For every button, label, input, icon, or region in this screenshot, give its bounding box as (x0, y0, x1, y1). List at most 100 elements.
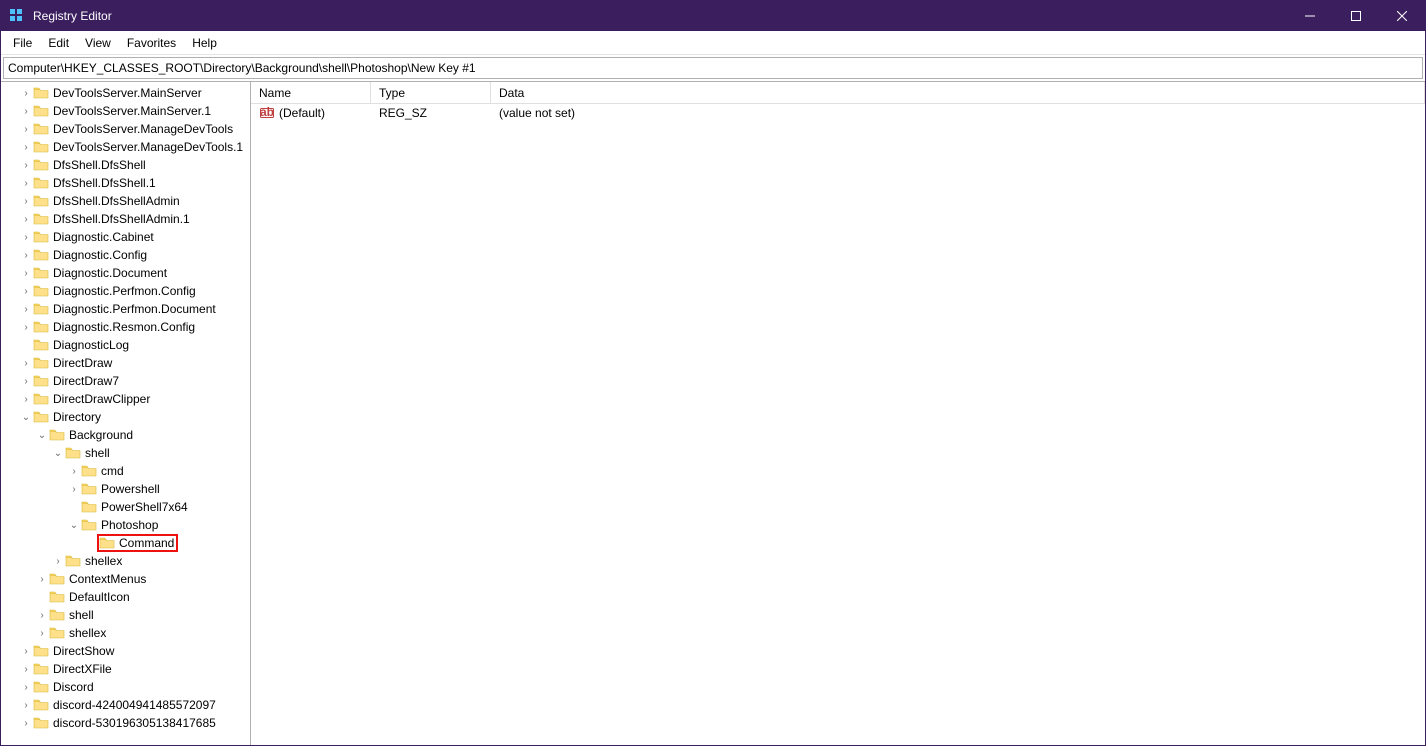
tree-item[interactable]: DiagnosticLog (3, 336, 250, 354)
chevron-right-icon[interactable]: › (51, 556, 65, 567)
tree-item[interactable]: ›DfsShell.DfsShellAdmin.1 (3, 210, 250, 228)
chevron-right-icon[interactable]: › (19, 646, 33, 657)
chevron-right-icon[interactable]: › (19, 232, 33, 243)
chevron-right-icon[interactable]: › (19, 322, 33, 333)
tree-item[interactable]: ›shellex (3, 624, 250, 642)
tree-item[interactable]: ⌄ shell (3, 444, 250, 462)
tree-item[interactable]: ›shellex (3, 552, 250, 570)
tree-item[interactable]: ›Discord (3, 678, 250, 696)
tree-item[interactable]: ›Diagnostic.Perfmon.Document (3, 300, 250, 318)
chevron-right-icon[interactable]: › (19, 718, 33, 729)
tree-item[interactable]: ›discord-424004941485572097 (3, 696, 250, 714)
chevron-right-icon[interactable]: › (19, 124, 33, 135)
maximize-button[interactable] (1333, 1, 1379, 31)
chevron-down-icon[interactable]: ⌄ (35, 430, 49, 441)
tree-item-label: Diagnostic.Cabinet (53, 230, 154, 244)
column-data[interactable]: Data (491, 82, 1425, 103)
chevron-right-icon[interactable]: › (19, 394, 33, 405)
chevron-right-icon[interactable]: › (19, 160, 33, 171)
chevron-right-icon[interactable]: › (67, 484, 81, 495)
menu-edit[interactable]: Edit (40, 34, 77, 52)
folder-icon (49, 428, 65, 442)
chevron-right-icon[interactable]: › (19, 700, 33, 711)
tree-item[interactable]: ›DevToolsServer.ManageDevTools (3, 120, 250, 138)
chevron-right-icon[interactable]: › (19, 142, 33, 153)
chevron-right-icon[interactable]: › (19, 286, 33, 297)
tree-pane[interactable]: ›DevToolsServer.MainServer›DevToolsServe… (1, 82, 251, 745)
registry-tree: ›DevToolsServer.MainServer›DevToolsServe… (1, 82, 250, 734)
tree-item-label: discord-530196305138417685 (53, 716, 216, 730)
tree-item[interactable]: › Diagnostic.Document (3, 264, 250, 282)
tree-item-label: PowerShell7x64 (101, 500, 188, 514)
close-button[interactable] (1379, 1, 1425, 31)
tree-item[interactable]: ⌄Directory (3, 408, 250, 426)
chevron-down-icon[interactable]: ⌄ (19, 412, 33, 423)
tree-item[interactable]: ›DevToolsServer.MainServer.1 (3, 102, 250, 120)
menu-file[interactable]: File (5, 34, 40, 52)
minimize-button[interactable] (1287, 1, 1333, 31)
chevron-right-icon[interactable]: › (19, 178, 33, 189)
column-name[interactable]: Name (251, 82, 371, 103)
menu-help[interactable]: Help (184, 34, 225, 52)
chevron-right-icon[interactable]: › (35, 628, 49, 639)
chevron-right-icon[interactable]: › (19, 376, 33, 387)
address-bar[interactable]: Computer\HKEY_CLASSES_ROOT\Directory\Bac… (3, 57, 1423, 79)
chevron-right-icon[interactable]: › (67, 466, 81, 477)
chevron-right-icon[interactable]: › (35, 610, 49, 621)
tree-item[interactable]: ›DevToolsServer.MainServer (3, 84, 250, 102)
tree-item[interactable]: ›Diagnostic.Config (3, 246, 250, 264)
chevron-right-icon[interactable]: › (19, 250, 33, 261)
folder-icon (33, 374, 49, 388)
tree-item-label: Diagnostic.Document (53, 266, 167, 280)
value-list[interactable]: ab(Default)REG_SZ(value not set) (251, 104, 1425, 745)
column-type[interactable]: Type (371, 82, 491, 103)
tree-item[interactable]: PowerShell7x64 (3, 498, 250, 516)
tree-item[interactable]: ⌄Photoshop (3, 516, 250, 534)
tree-item[interactable]: › DirectXFile (3, 660, 250, 678)
value-row[interactable]: ab(Default)REG_SZ(value not set) (251, 104, 1425, 122)
tree-item-label: DirectXFile (53, 662, 112, 676)
tree-item[interactable]: › Diagnostic.Cabinet (3, 228, 250, 246)
chevron-right-icon[interactable]: › (19, 358, 33, 369)
chevron-right-icon[interactable]: › (19, 664, 33, 675)
tree-item[interactable]: ›DfsShell.DfsShell.1 (3, 174, 250, 192)
tree-item-label: shell (85, 446, 110, 460)
chevron-right-icon[interactable]: › (19, 196, 33, 207)
tree-item[interactable]: ›Diagnostic.Resmon.Config (3, 318, 250, 336)
tree-item[interactable]: ›DfsShell.DfsShell (3, 156, 250, 174)
tree-item[interactable]: ›ContextMenus (3, 570, 250, 588)
tree-item-label: Command (119, 536, 174, 550)
tree-item[interactable]: ›DevToolsServer.ManageDevTools.1 (3, 138, 250, 156)
chevron-right-icon[interactable]: › (19, 304, 33, 315)
tree-item[interactable]: ›DirectShow (3, 642, 250, 660)
chevron-right-icon[interactable]: › (35, 574, 49, 585)
folder-icon (33, 680, 49, 694)
tree-item[interactable]: ›shell (3, 606, 250, 624)
titlebar[interactable]: Registry Editor (1, 1, 1425, 31)
chevron-right-icon[interactable]: › (19, 88, 33, 99)
chevron-down-icon[interactable]: ⌄ (67, 520, 81, 531)
tree-item[interactable]: ›DirectDraw7 (3, 372, 250, 390)
tree-item[interactable]: ⌄Background (3, 426, 250, 444)
tree-item[interactable]: ›DirectDraw (3, 354, 250, 372)
chevron-right-icon[interactable]: › (19, 106, 33, 117)
chevron-down-icon[interactable]: ⌄ (51, 448, 65, 459)
tree-item[interactable]: ›DirectDrawClipper (3, 390, 250, 408)
menu-favorites[interactable]: Favorites (119, 34, 184, 52)
chevron-right-icon[interactable]: › (19, 214, 33, 225)
chevron-right-icon[interactable]: › (19, 268, 33, 279)
folder-icon (33, 86, 49, 100)
folder-icon (65, 554, 81, 568)
tree-item-label: DiagnosticLog (53, 338, 129, 352)
tree-item[interactable]: ›DfsShell.DfsShellAdmin (3, 192, 250, 210)
chevron-right-icon[interactable]: › (19, 682, 33, 693)
tree-item[interactable]: ›Powershell (3, 480, 250, 498)
tree-item[interactable]: ›Diagnostic.Perfmon.Config (3, 282, 250, 300)
tree-item[interactable]: Command (3, 534, 250, 552)
tree-item[interactable]: DefaultIcon (3, 588, 250, 606)
folder-icon (33, 230, 49, 244)
tree-item[interactable]: › discord-530196305138417685 (3, 714, 250, 732)
tree-item-label: cmd (101, 464, 124, 478)
tree-item[interactable]: › cmd (3, 462, 250, 480)
menu-view[interactable]: View (77, 34, 119, 52)
